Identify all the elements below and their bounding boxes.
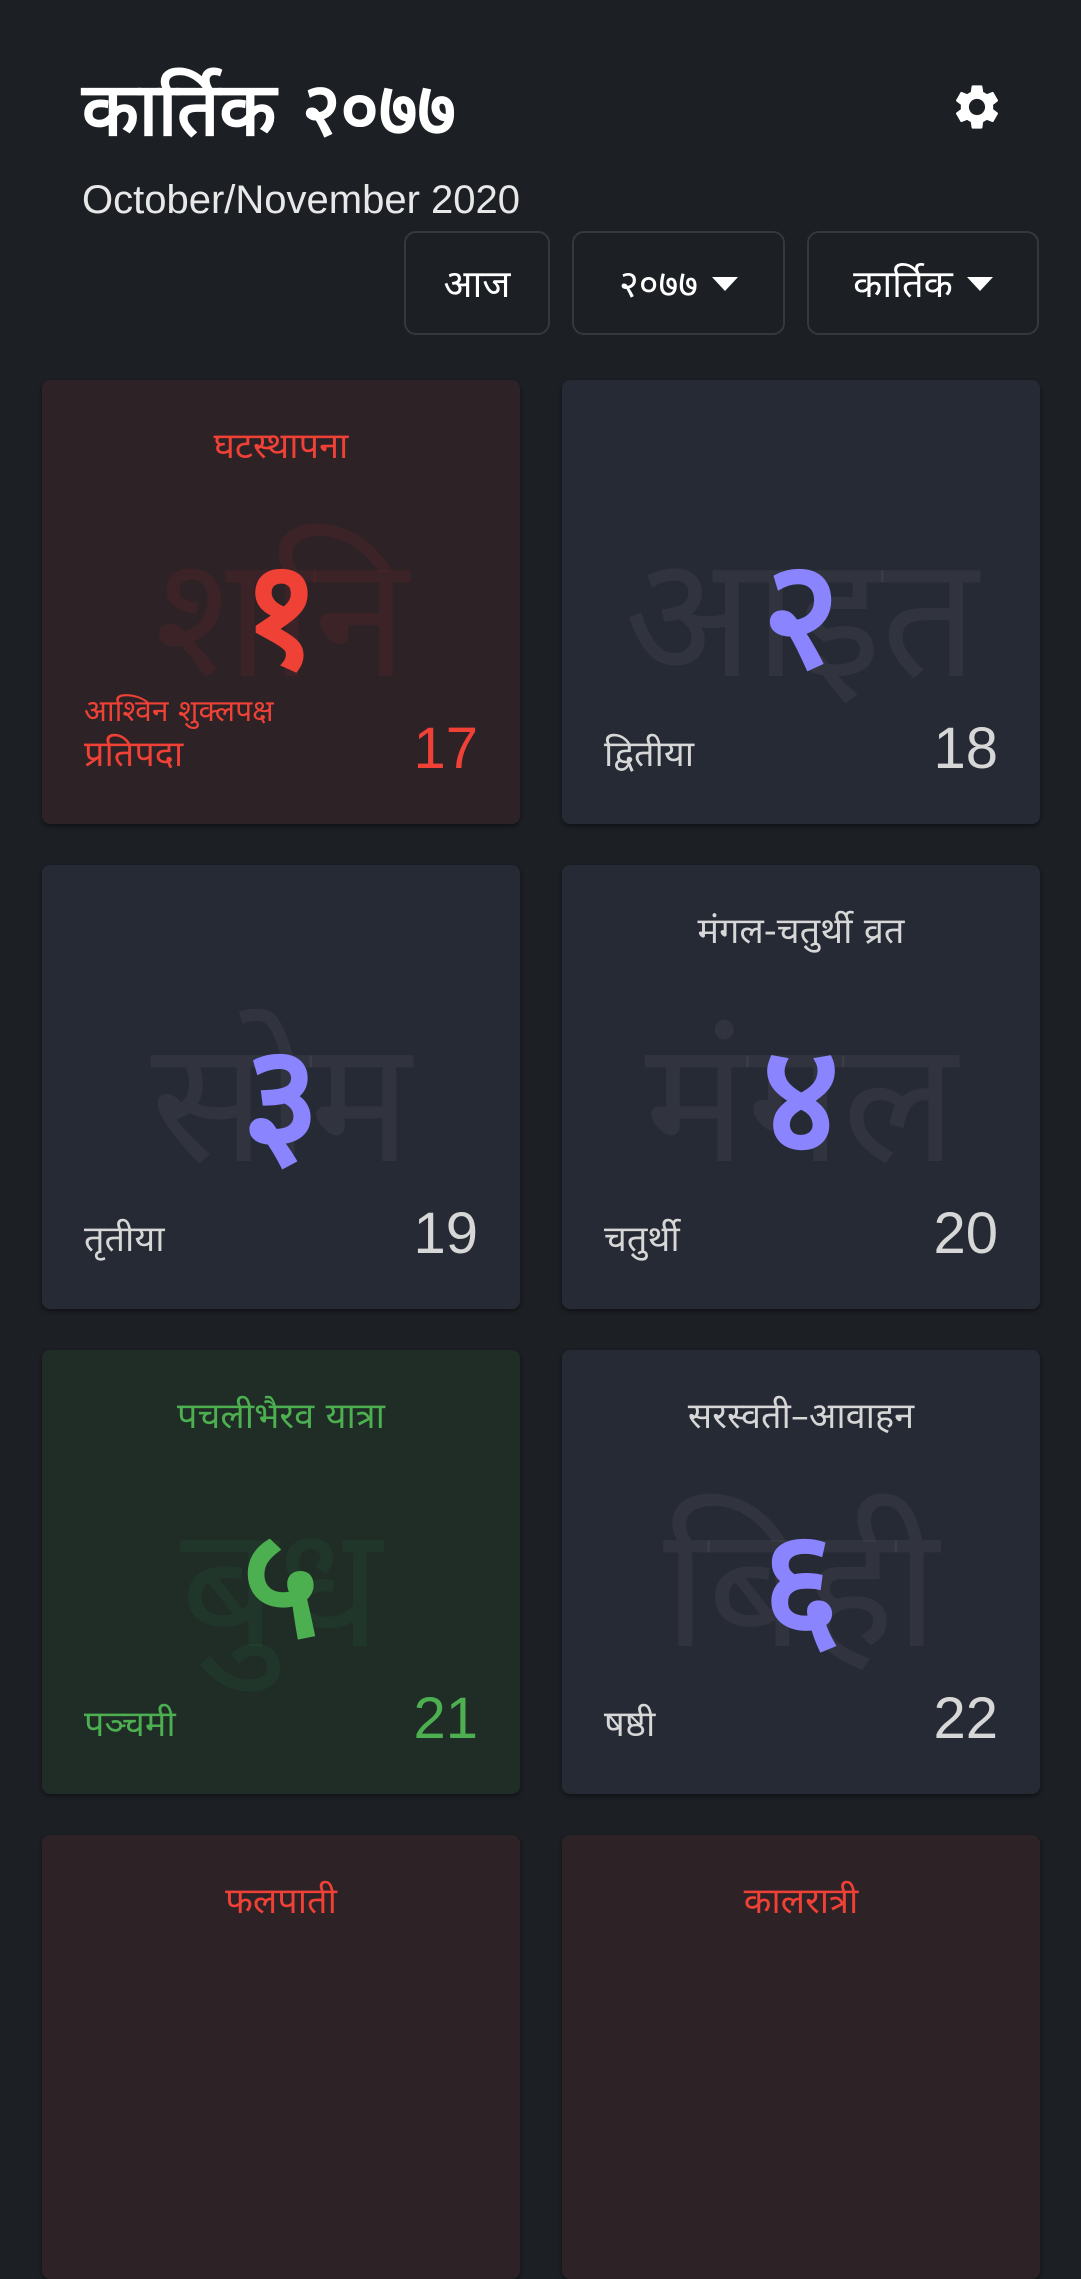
day-card[interactable]: सोम ३ तृतीया 19 (42, 865, 520, 1309)
caret-down-icon (966, 277, 993, 291)
nepali-date-number: ४ (761, 1013, 840, 1187)
year-dropdown[interactable]: २०७७ (572, 231, 785, 335)
gear-icon (955, 85, 999, 129)
nepali-date-number: ५ (241, 1498, 320, 1672)
event-label: सरस्वती–आवाहन (687, 1396, 915, 1437)
event-label: घटस्थापना (213, 426, 349, 467)
nepali-date-number: ३ (241, 1013, 320, 1187)
tithi-label: तृतीया (84, 1219, 165, 1260)
settings-button[interactable] (950, 80, 1004, 134)
tithi-label: पञ्चमी (84, 1704, 176, 1745)
day-card[interactable]: कालरात्री (562, 1835, 1040, 2279)
header: कार्तिक २०७७ October/November 2020 आज २०… (0, 0, 1081, 360)
day-card[interactable]: आइत २ द्वितीया 18 (562, 380, 1040, 824)
lunar-month-label: आश्विन शुक्लपक्ष (84, 694, 274, 729)
event-label: फलपाती (225, 1881, 337, 1922)
month-dropdown-value: कार्तिक (853, 262, 953, 306)
event-label: मंगल-चतुर्थी व्रत (697, 911, 905, 952)
day-card[interactable]: फलपाती (42, 1835, 520, 2279)
nepali-date-number: १ (241, 528, 320, 702)
nepali-date-number: २ (761, 528, 840, 702)
day-card[interactable]: शनि घटस्थापना १ आश्विन शुक्लपक्ष प्रतिपद… (42, 380, 520, 824)
today-button-label: आज (443, 262, 511, 306)
nepali-date-number: ६ (761, 1498, 840, 1672)
day-card[interactable]: मंगल मंगल-चतुर्थी व्रत ४ चतुर्थी 20 (562, 865, 1040, 1309)
page-subtitle: October/November 2020 (82, 178, 521, 222)
tithi-label: द्वितीया (604, 734, 695, 775)
day-card[interactable]: बिही सरस्वती–आवाहन ६ षष्ठी 22 (562, 1350, 1040, 1794)
day-card[interactable]: बुध पचलीभैरव यात्रा ५ पञ्चमी 21 (42, 1350, 520, 1794)
caret-down-icon (712, 277, 739, 291)
english-date: 19 (413, 1201, 478, 1266)
tithi-label: षष्ठी (604, 1704, 656, 1745)
tithi-label: चतुर्थी (604, 1219, 680, 1260)
tithi-label: प्रतिपदा (84, 734, 184, 775)
english-date: 17 (413, 716, 478, 781)
month-dropdown[interactable]: कार्तिक (807, 231, 1039, 335)
event-label: कालरात्री (743, 1881, 859, 1922)
english-date: 20 (933, 1201, 998, 1266)
year-dropdown-value: २०७७ (618, 262, 699, 306)
english-date: 22 (933, 1686, 998, 1751)
english-date: 18 (933, 716, 998, 781)
event-label: पचलीभैरव यात्रा (177, 1396, 385, 1437)
page-title: कार्तिक २०७७ (82, 67, 456, 153)
english-date: 21 (413, 1686, 478, 1751)
today-button[interactable]: आज (404, 231, 550, 335)
